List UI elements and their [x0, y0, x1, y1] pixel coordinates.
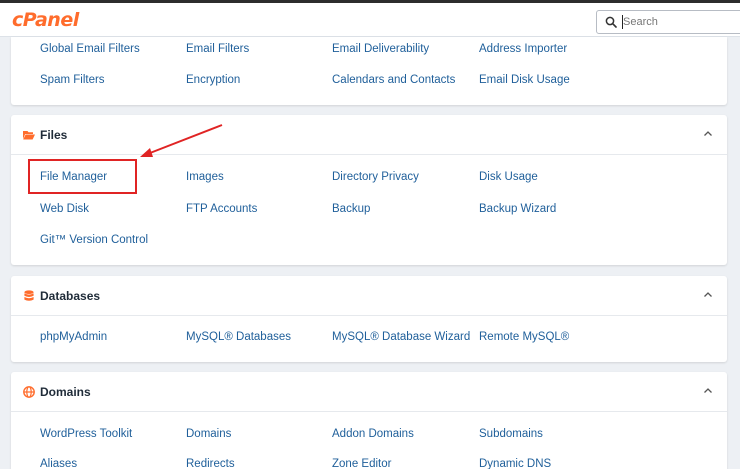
search-box[interactable] — [596, 10, 740, 34]
link-ftp-accounts[interactable]: FTP Accounts — [186, 203, 257, 215]
link-images[interactable]: Images — [186, 171, 224, 183]
link-zone-editor[interactable]: Zone Editor — [332, 458, 391, 469]
link-subdomains[interactable]: Subdomains — [479, 428, 543, 440]
top-bar: cPanel — [0, 0, 740, 37]
chevron-up-icon[interactable] — [703, 387, 713, 394]
folder-icon — [23, 131, 35, 140]
globe-icon — [23, 386, 35, 398]
link-encryption[interactable]: Encryption — [186, 74, 240, 86]
link-calendars-and-contacts[interactable]: Calendars and Contacts — [332, 74, 455, 86]
link-mysql-databases[interactable]: MySQL® Databases — [186, 331, 291, 343]
email-panel: Global Email Filters Email Filters Email… — [11, 37, 727, 105]
text-cursor — [622, 15, 623, 29]
link-disk-usage[interactable]: Disk Usage — [479, 171, 538, 183]
link-directory-privacy[interactable]: Directory Privacy — [332, 171, 419, 183]
link-redirects[interactable]: Redirects — [186, 458, 235, 469]
link-git-version-control[interactable]: Git™ Version Control — [40, 234, 148, 246]
databases-title: Databases — [40, 289, 101, 303]
chevron-up-icon[interactable] — [703, 130, 713, 137]
cpanel-logo[interactable]: cPanel — [12, 9, 79, 31]
link-phpmyadmin[interactable]: phpMyAdmin — [40, 331, 107, 343]
files-panel-header[interactable]: Files — [11, 115, 727, 155]
databases-panel: Databases phpMyAdmin MySQL® Databases My… — [11, 276, 727, 362]
link-aliases[interactable]: Aliases — [40, 458, 77, 469]
domains-title: Domains — [40, 385, 91, 399]
link-email-deliverability[interactable]: Email Deliverability — [332, 43, 429, 55]
link-mysql-database-wizard[interactable]: MySQL® Database Wizard — [332, 331, 470, 343]
link-address-importer[interactable]: Address Importer — [479, 43, 567, 55]
link-wordpress-toolkit[interactable]: WordPress Toolkit — [40, 428, 132, 440]
link-global-email-filters[interactable]: Global Email Filters — [40, 43, 140, 55]
database-icon — [24, 290, 34, 301]
chevron-up-icon[interactable] — [703, 291, 713, 298]
link-email-filters[interactable]: Email Filters — [186, 43, 249, 55]
link-dynamic-dns[interactable]: Dynamic DNS — [479, 458, 551, 469]
link-remote-mysql[interactable]: Remote MySQL® — [479, 331, 569, 343]
link-spam-filters[interactable]: Spam Filters — [40, 74, 105, 86]
databases-panel-header[interactable]: Databases — [11, 276, 727, 316]
link-domains[interactable]: Domains — [186, 428, 231, 440]
link-addon-domains[interactable]: Addon Domains — [332, 428, 414, 440]
search-input[interactable] — [623, 14, 738, 30]
link-backup-wizard[interactable]: Backup Wizard — [479, 203, 556, 215]
annotation-highlight-box — [28, 159, 137, 194]
files-title: Files — [40, 128, 68, 142]
link-web-disk[interactable]: Web Disk — [40, 203, 89, 215]
link-email-disk-usage[interactable]: Email Disk Usage — [479, 74, 570, 86]
link-backup[interactable]: Backup — [332, 203, 370, 215]
domains-panel-header[interactable]: Domains — [11, 372, 727, 412]
search-icon — [605, 16, 617, 28]
domains-panel: Domains WordPress Toolkit Domains Addon … — [11, 372, 727, 469]
